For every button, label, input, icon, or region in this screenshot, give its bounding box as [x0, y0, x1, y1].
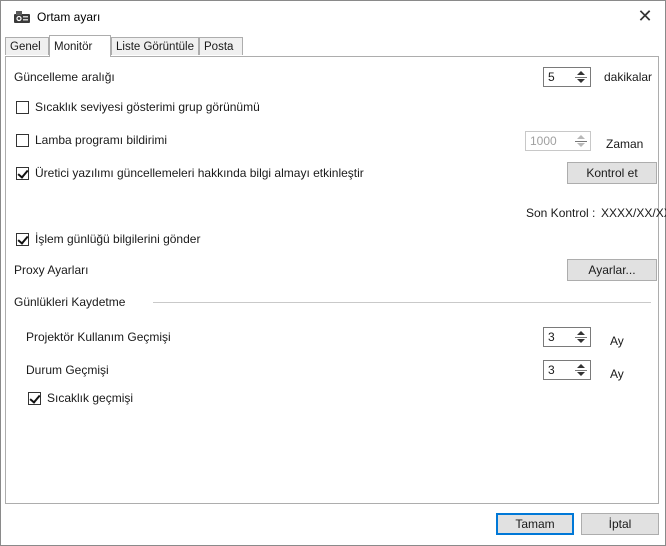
lamp-program-stepper[interactable]: 1000 — [525, 131, 591, 151]
last-check-label: Son Kontrol : — [526, 206, 596, 220]
firmware-updates-checkbox[interactable] — [16, 167, 29, 180]
update-interval-label: Güncelleme aralığı — [14, 70, 115, 84]
lamp-program-checkbox[interactable] — [16, 134, 29, 147]
update-interval-unit: dakikalar — [604, 70, 653, 84]
temp-group-view-checkbox[interactable] — [16, 101, 29, 114]
status-history-unit: Ay — [610, 367, 624, 381]
last-check-value: XXXX/XX/XX — [601, 206, 666, 220]
tab-genel[interactable]: Genel — [5, 37, 49, 55]
update-interval-value: 5 — [548, 70, 555, 84]
send-log-label: İşlem günlüğü bilgilerini gönder — [35, 232, 201, 246]
projector-app-icon — [14, 11, 30, 23]
status-history-stepper[interactable]: 3 — [543, 360, 591, 380]
check-now-button[interactable]: Kontrol et — [567, 162, 657, 184]
window-title: Ortam ayarı — [37, 10, 101, 24]
close-icon: ✕ — [637, 5, 653, 26]
tab-posta[interactable]: Posta — [199, 37, 243, 55]
usage-history-unit: Ay — [610, 334, 624, 348]
lamp-program-label: Lamba programı bildirimi — [35, 133, 168, 147]
save-logs-group-title: Günlükleri Kaydetme — [14, 295, 126, 309]
monitor-panel: Güncelleme aralığı 5 dakikalar Sıcaklık … — [5, 56, 666, 504]
status-history-label: Durum Geçmişi — [26, 363, 109, 377]
ok-button[interactable]: Tamam — [496, 513, 574, 535]
send-log-checkbox[interactable] — [16, 233, 29, 246]
stepper-arrows-icon[interactable] — [574, 69, 588, 85]
settings-window: Ortam ayarı ✕ Genel Monitör Liste Görünt… — [0, 0, 666, 546]
proxy-settings-button[interactable]: Ayarlar... — [567, 259, 657, 281]
title-bar: Ortam ayarı ✕ — [1, 1, 665, 33]
tab-liste-goruntule[interactable]: Liste Görüntüle — [111, 37, 199, 55]
status-history-value: 3 — [548, 363, 555, 377]
update-interval-stepper[interactable]: 5 — [543, 67, 591, 87]
lamp-program-value: 1000 — [530, 134, 557, 148]
stepper-arrows-icon[interactable] — [574, 133, 588, 149]
close-button[interactable]: ✕ — [631, 5, 659, 27]
lamp-program-unit: Zaman — [606, 137, 644, 151]
proxy-settings-label: Proxy Ayarları — [14, 263, 89, 277]
temp-history-checkbox[interactable] — [28, 392, 41, 405]
firmware-updates-label: Üretici yazılımı güncellemeleri hakkında… — [35, 166, 364, 180]
cancel-button[interactable]: İptal — [581, 513, 659, 535]
usage-history-value: 3 — [548, 330, 555, 344]
temp-history-label: Sıcaklık geçmişi — [47, 391, 134, 405]
usage-history-label: Projektör Kullanım Geçmişi — [26, 330, 171, 344]
stepper-arrows-icon[interactable] — [574, 362, 588, 378]
usage-history-stepper[interactable]: 3 — [543, 327, 591, 347]
stepper-arrows-icon[interactable] — [574, 329, 588, 345]
tab-monitor[interactable]: Monitör — [49, 35, 111, 57]
group-divider — [153, 302, 651, 303]
temp-group-view-label: Sıcaklık seviyesi gösterimi grup görünüm… — [35, 100, 260, 114]
